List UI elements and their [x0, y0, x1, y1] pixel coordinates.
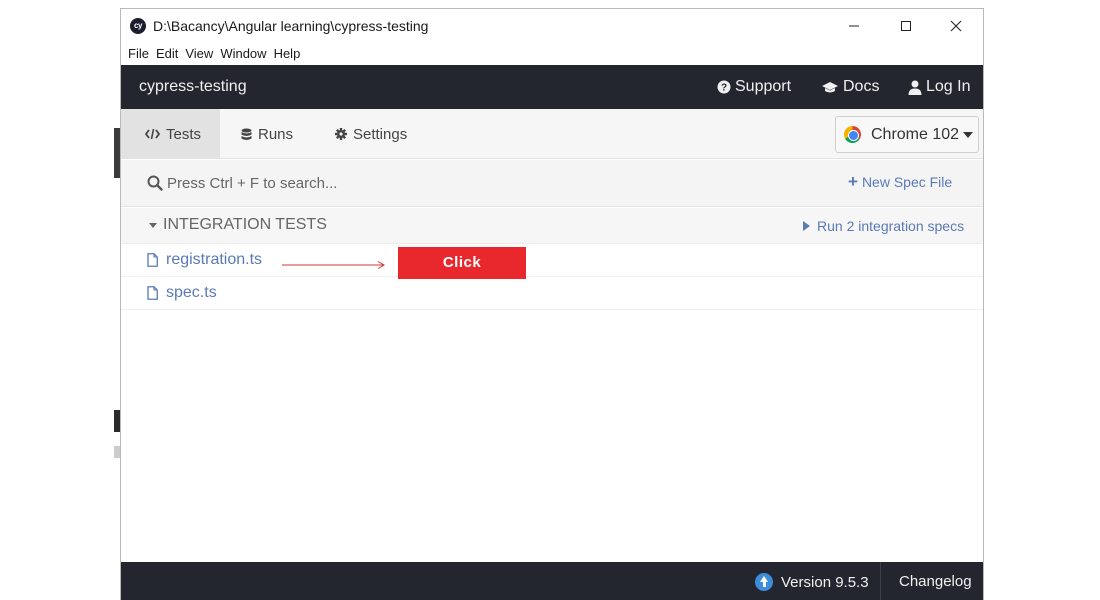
annotation-arrow-icon	[282, 261, 385, 269]
file-icon	[147, 253, 158, 267]
plus-icon: +	[848, 172, 858, 191]
list-item: spec.ts	[121, 277, 983, 310]
minimize-icon	[849, 25, 859, 27]
gear-icon	[335, 128, 347, 140]
spec-file-name: spec.ts	[166, 284, 217, 301]
support-link[interactable]: ? Support	[717, 78, 791, 96]
menu-edit[interactable]: Edit	[156, 43, 185, 65]
maximize-button[interactable]	[883, 9, 929, 43]
menu-bar: File Edit View Window Help	[121, 43, 983, 65]
tab-settings-label: Settings	[353, 125, 408, 143]
docs-link[interactable]: Docs	[821, 78, 879, 96]
question-circle-icon: ?	[717, 80, 731, 94]
tab-bar: Tests Runs Settings Chrome 102	[121, 109, 983, 159]
login-link[interactable]: Log In	[908, 78, 970, 96]
file-icon	[147, 286, 158, 300]
close-icon	[950, 20, 962, 32]
minimize-button[interactable]	[831, 9, 877, 43]
version-info[interactable]: Version 9.5.3	[755, 573, 869, 591]
close-button[interactable]	[933, 9, 979, 43]
spec-file-name: registration.ts	[166, 251, 263, 268]
login-label: Log In	[926, 78, 971, 95]
integration-tests-toggle[interactable]: INTEGRATION TESTS	[149, 216, 327, 234]
app-window: cy D:\Bacancy\Angular learning\cypress-t…	[120, 8, 984, 600]
footer-divider	[880, 562, 881, 600]
menu-window[interactable]: Window	[220, 43, 273, 65]
new-spec-file-button[interactable]: + New Spec File	[848, 172, 953, 191]
menu-help[interactable]: Help	[274, 43, 308, 65]
spec-file-spec[interactable]: spec.ts	[147, 284, 217, 302]
version-label: Version 9.5.3	[781, 573, 869, 591]
integration-tests-title: INTEGRATION TESTS	[163, 216, 327, 233]
tab-tests-label: Tests	[166, 125, 202, 143]
top-nav: cypress-testing ? Support Docs Log In	[121, 65, 983, 109]
changelog-link[interactable]: Changelog	[899, 573, 972, 590]
footer-bar: Version 9.5.3 Changelog	[121, 562, 983, 600]
svg-text:?: ?	[721, 83, 727, 94]
tab-settings[interactable]: Settings	[335, 109, 407, 159]
tab-runs-label: Runs	[258, 125, 294, 143]
browser-selector[interactable]: Chrome 102	[835, 116, 979, 153]
graduation-cap-icon	[822, 82, 838, 93]
support-label: Support	[735, 78, 792, 95]
update-arrow-icon	[755, 573, 773, 591]
chrome-icon	[844, 126, 861, 143]
docs-label: Docs	[843, 78, 880, 95]
integration-tests-header: INTEGRATION TESTS Run 2 integration spec…	[121, 208, 983, 244]
list-item: registration.ts	[121, 244, 983, 277]
run-integration-specs-button[interactable]: Run 2 integration specs	[803, 218, 964, 234]
window-title: D:\Bacancy\Angular learning\cypress-test…	[153, 18, 429, 34]
maximize-icon	[901, 21, 911, 31]
tab-runs[interactable]: Runs	[241, 109, 293, 159]
tab-tests[interactable]: Tests	[121, 109, 220, 159]
search-input[interactable]	[167, 170, 667, 196]
caret-down-icon	[963, 131, 974, 138]
browser-selected-label: Chrome 102	[871, 125, 960, 143]
search-bar: + New Spec File	[121, 160, 983, 207]
caret-down-icon	[149, 222, 157, 228]
code-icon	[145, 128, 160, 140]
run-integration-specs-label: Run 2 integration specs	[817, 218, 965, 234]
title-bar[interactable]: cy D:\Bacancy\Angular learning\cypress-t…	[121, 9, 983, 43]
user-icon	[908, 80, 922, 95]
search-icon	[147, 175, 163, 191]
database-icon	[241, 128, 252, 140]
menu-view[interactable]: View	[185, 43, 220, 65]
project-name: cypress-testing	[139, 78, 247, 95]
spec-file-registration[interactable]: registration.ts	[147, 251, 262, 269]
click-annotation-label: Click	[398, 247, 526, 279]
new-spec-file-label: New Spec File	[861, 174, 953, 190]
play-icon	[803, 221, 810, 231]
cypress-app-icon: cy	[130, 18, 146, 34]
menu-file[interactable]: File	[128, 43, 156, 65]
